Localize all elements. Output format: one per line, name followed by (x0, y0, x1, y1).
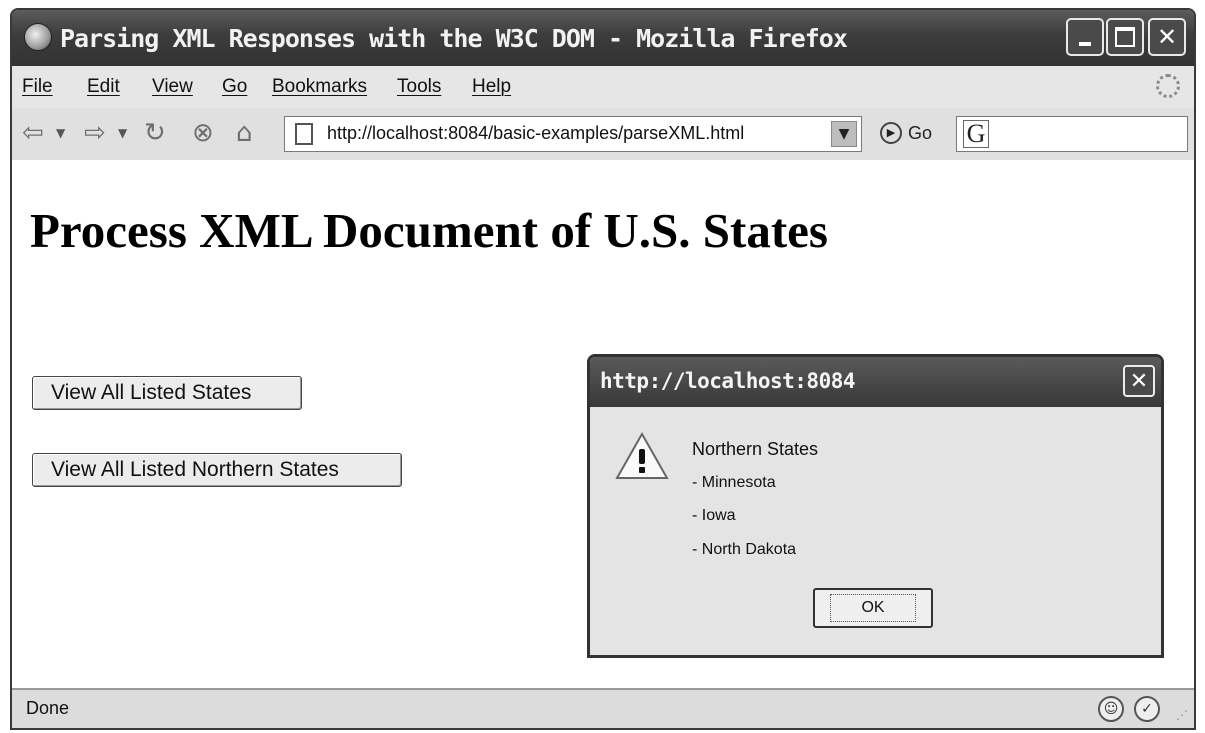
menu-go[interactable]: Go (222, 76, 247, 98)
page-heading: Process XML Document of U.S. States (30, 203, 828, 258)
menu-edit[interactable]: Edit (87, 76, 120, 98)
window-title: Parsing XML Responses with the W3C DOM -… (60, 24, 848, 53)
maximize-icon (1115, 27, 1135, 47)
menu-file[interactable]: File (22, 76, 53, 98)
home-icon[interactable]: ⌂ (236, 120, 253, 146)
dialog-message-heading: Northern States (692, 439, 819, 459)
dialog-close-button[interactable]: ✕ (1123, 365, 1155, 397)
menu-view[interactable]: View (152, 76, 193, 98)
minimize-icon (1079, 42, 1091, 46)
go-label: Go (908, 122, 933, 143)
firefox-logo-icon (24, 23, 52, 51)
dialog-close-icon: ✕ (1129, 368, 1149, 394)
navigation-toolbar: ⇦ ▼ ⇨ ▼ ↻ ⊗ ⌂ http://localhost:8084/basi… (12, 108, 1194, 162)
menu-tools[interactable]: Tools (397, 76, 441, 98)
dialog-message-line: - North Dakota (692, 541, 797, 558)
go-button[interactable]: ▶ Go (880, 122, 932, 144)
status-bar: Done ☺ ✓ ⋰ (12, 688, 1194, 728)
dialog-title-bar: http://localhost:8084 ✕ (590, 357, 1161, 407)
menu-bookmarks[interactable]: Bookmarks (272, 76, 367, 98)
search-input[interactable]: G (956, 116, 1188, 152)
menu-help[interactable]: Help (472, 76, 511, 98)
close-icon: ✕ (1156, 23, 1178, 51)
maximize-button[interactable] (1106, 18, 1144, 56)
page-content: Process XML Document of U.S. States View… (12, 160, 1194, 688)
address-bar[interactable]: http://localhost:8084/basic-examples/par… (284, 116, 862, 152)
resize-grip-icon[interactable]: ⋰ (1176, 708, 1188, 722)
dialog-message-line: - Iowa (692, 507, 736, 524)
check-status-icon[interactable]: ✓ (1134, 696, 1160, 722)
browser-window: Parsing XML Responses with the W3C DOM -… (10, 8, 1196, 730)
dialog-ok-button[interactable]: OK (813, 588, 933, 628)
dialog-title: http://localhost:8084 (600, 369, 856, 393)
stop-icon[interactable]: ⊗ (192, 120, 214, 146)
dialog-ok-label: OK (830, 594, 916, 622)
forward-dropdown-icon[interactable]: ▼ (118, 126, 127, 140)
alert-dialog: http://localhost:8084 ✕ Northern States … (587, 354, 1164, 658)
view-northern-states-button[interactable]: View All Listed Northern States (32, 453, 402, 487)
menu-bar: File Edit View Go Bookmarks Tools Help (12, 66, 1194, 109)
extension-status-icon[interactable]: ☺ (1098, 696, 1124, 722)
back-dropdown-icon[interactable]: ▼ (56, 126, 65, 140)
google-search-icon[interactable]: G (963, 120, 989, 148)
minimize-button[interactable] (1066, 18, 1104, 56)
address-dropdown-button[interactable]: ▼ (831, 121, 857, 147)
back-icon[interactable]: ⇦ (22, 120, 44, 146)
throbber-icon (1156, 74, 1180, 98)
status-text: Done (26, 698, 70, 718)
warning-icon (615, 431, 669, 479)
reload-icon[interactable]: ↻ (144, 120, 166, 146)
forward-icon[interactable]: ⇨ (84, 120, 106, 146)
page-document-icon (295, 123, 313, 145)
view-all-states-button[interactable]: View All Listed States (32, 376, 302, 410)
close-button[interactable]: ✕ (1148, 18, 1186, 56)
address-input[interactable]: http://localhost:8084/basic-examples/par… (327, 123, 744, 144)
title-bar: Parsing XML Responses with the W3C DOM -… (12, 10, 1194, 66)
dialog-message-line: - Minnesota (692, 474, 776, 491)
go-icon: ▶ (880, 122, 902, 144)
